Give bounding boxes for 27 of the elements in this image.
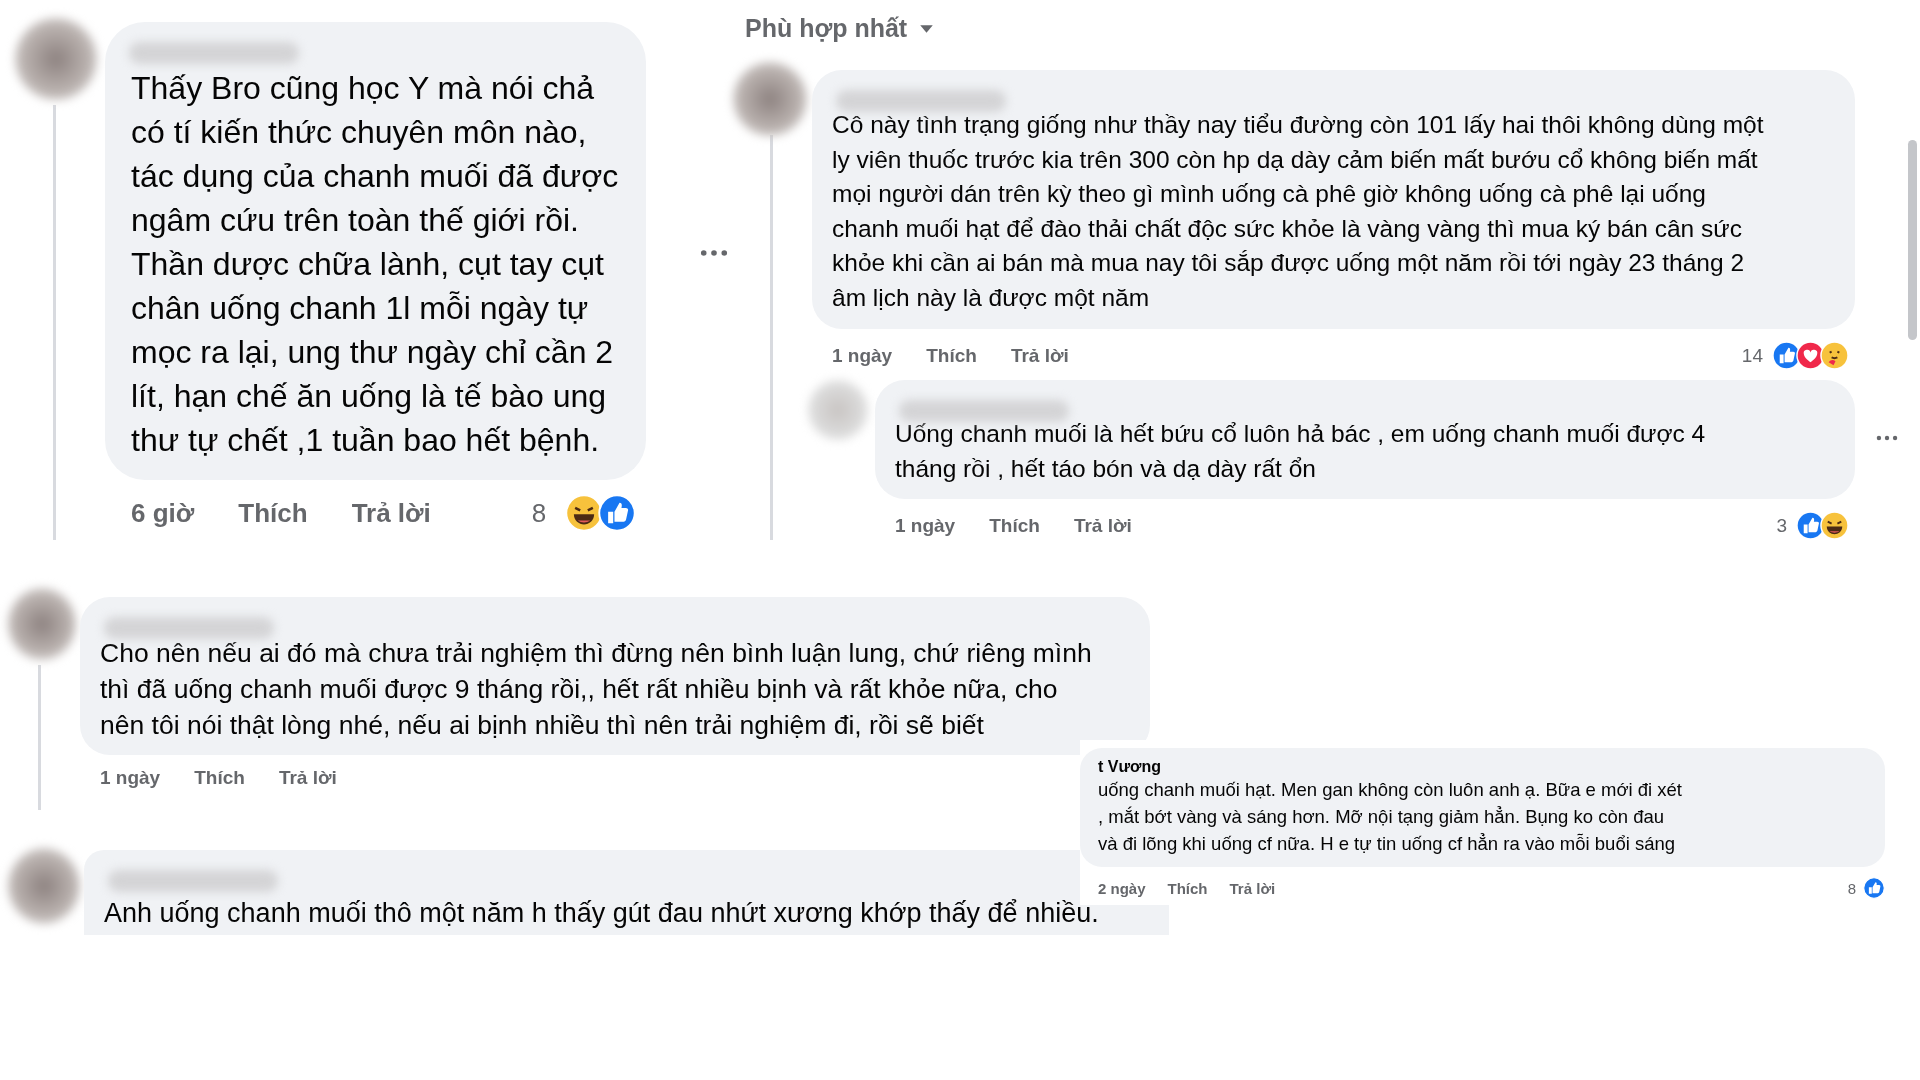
like-link[interactable]: Thích [989, 514, 1040, 537]
reply-link[interactable]: Trả lời [278, 767, 337, 789]
comment-text: Uống chanh muối là hết bứu cổ luôn hả bác , em uống chanh muối được 4 tháng rồi , hết táo bón và dạ dày rất ổn [895, 419, 1707, 484]
like-link[interactable]: Thích [926, 344, 977, 367]
reaction-count[interactable]: 3 [1776, 514, 1787, 537]
like-link[interactable]: Thích [238, 497, 308, 529]
comment-text: Thấy Bro cũng học Y mà nói chả có tí kiến thức chuyên môn nào, tác dụng của chanh muối đã được ngâm cứu trên toàn thế giới rồi. Thần dược chữa lành, cụt tay cụt chân uống chanh 1l mỗi ngày tự mọc ra lại, ung thư ngày chỉ cần 2 lít, hạn chế ăn uống là tế bào ung thư tự chết ,1 tuần bao hết bệnh. [131, 69, 619, 460]
reaction-count[interactable]: 8 [531, 497, 547, 529]
comment-time[interactable]: 1 ngày [100, 767, 161, 789]
sort-dropdown[interactable]: Phù hợp nhất [745, 14, 935, 43]
comment-text: Cho nên nếu ai đó mà chưa trải nghiệm thì đừng nên bình luận lung, chứ riêng mình thì đã uống chanh muối được 9 tháng rồi,, hết rất nhiều bịnh và rất khỏe nữa, cho nên tôi nói thật lòng nhé, nếu ai bịnh nhiều thì nên trải nghiệm đi, rồi sẽ biết [100, 637, 1093, 742]
comment-time[interactable]: 1 ngày [832, 344, 893, 367]
comment-time[interactable]: 6 giờ [131, 497, 195, 529]
reply-link[interactable]: Trả lời [351, 497, 431, 529]
reply-link[interactable]: Trả lời [1073, 514, 1132, 537]
reply-link[interactable]: Trả lời [1229, 879, 1276, 897]
comment-time[interactable]: 1 ngày [895, 514, 956, 537]
reaction-count[interactable]: 14 [1741, 344, 1763, 367]
comment-text: uống chanh muối hạt. Men gan không còn luôn anh ạ. Bữa e mới đi xét , mắt bớt vàng và sáng hơn. Mỡ nội tạng giảm hẳn. Bụng ko còn đau và đi lõng khi uống cf nữa. H e tự tin uống cf hẳn ra vào mỗi buổi sáng [1098, 778, 1683, 856]
comment-text: Cô này tình trạng giống như thầy nay tiểu đường còn 101 lấy hai thôi không dùng một ly viên thuốc trước kia trên 300 còn hp dạ dày cảm biến mất bướu cổ không biến mất mọi người dán trên kỳ theo gì mình uống cà phê giờ không uống cà phê lại uống chanh muối hạt để đào thải chất độc sức khỏe là vàng vàng thì mua ký bán cân sức khỏe khi cần ai bán mà mua nay tôi sắp được uống một năm rồi tới ngày 23 tháng 2 âm lịch này là được một năm [832, 110, 1765, 313]
author-name[interactable]: t Vương [1098, 758, 1867, 776]
reply-link[interactable]: Trả lời [1010, 344, 1069, 367]
like-link[interactable]: Thích [1167, 879, 1208, 897]
comment-text: Anh uống chanh muối thô một năm h thấy gút đau nhứt xương khớp thấy để nhiều. [104, 897, 1100, 930]
like-link[interactable]: Thích [194, 767, 245, 789]
reaction-count[interactable]: 8 [1847, 879, 1856, 897]
comment-time[interactable]: 2 ngày [1098, 879, 1146, 897]
